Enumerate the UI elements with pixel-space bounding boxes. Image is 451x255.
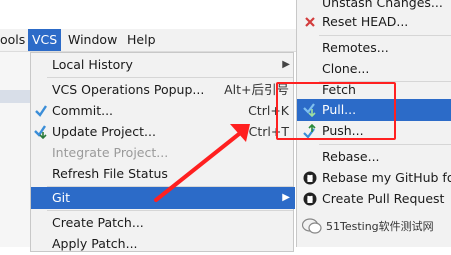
submenu-arrow-icon: ▶ bbox=[282, 192, 290, 203]
menu-separator bbox=[47, 210, 293, 211]
menu-separator bbox=[319, 35, 451, 36]
watermark: 51Testing软件测试网 bbox=[302, 216, 434, 236]
update-project-icon bbox=[34, 125, 48, 140]
git-item-rebase[interactable]: Rebase... bbox=[297, 146, 451, 168]
menu-item-label: Rebase... bbox=[322, 149, 380, 164]
watermark-text: 51Testing软件测试网 bbox=[326, 220, 434, 233]
git-item-remotes[interactable]: Remotes... bbox=[297, 37, 451, 59]
reset-head-icon bbox=[303, 15, 317, 29]
submenu-arrow-icon: ▶ bbox=[282, 59, 290, 70]
menu-item-label: Local History bbox=[52, 57, 133, 72]
menu-item-label: Create Pull Request bbox=[322, 191, 445, 206]
menu-item-create-patch[interactable]: Create Patch... bbox=[31, 212, 295, 234]
menu-item-apply-patch[interactable]: Apply Patch... bbox=[31, 233, 295, 255]
annotation-arrow bbox=[154, 124, 250, 202]
menu-item-label: Reset HEAD... bbox=[322, 14, 409, 29]
github-icon bbox=[303, 171, 317, 185]
menu-item-label: Clone... bbox=[322, 61, 370, 76]
menu-item-local-history[interactable]: Local History ▶ bbox=[31, 54, 295, 76]
menu-item-label: Apply Patch... bbox=[52, 236, 138, 251]
editor-gutter bbox=[0, 52, 31, 247]
menu-item-label: Create Patch... bbox=[52, 215, 144, 230]
menu-item-label: Rebase my GitHub for bbox=[322, 170, 451, 185]
github-icon bbox=[303, 192, 317, 206]
menu-separator bbox=[47, 77, 293, 78]
menu-item-label: Update Project... bbox=[52, 124, 156, 139]
commit-icon bbox=[34, 104, 48, 118]
menu-item-label: VCS Operations Popup... bbox=[52, 82, 205, 97]
menu-tools[interactable]: ools bbox=[0, 32, 25, 48]
menu-help[interactable]: Help bbox=[127, 32, 156, 48]
git-item-clone[interactable]: Clone... bbox=[297, 58, 451, 80]
menu-item-label: Remotes... bbox=[322, 40, 389, 55]
menu-item-label: Unstash Changes... bbox=[322, 0, 443, 10]
git-item-rebase-github-fork[interactable]: Rebase my GitHub for bbox=[297, 167, 451, 189]
annotation-highlight-box bbox=[276, 82, 396, 140]
menu-item-vcs-operations-popup[interactable]: VCS Operations Popup... Alt+后引号 bbox=[31, 79, 295, 101]
menu-item-label: Git bbox=[52, 190, 71, 205]
git-item-reset-head[interactable]: Reset HEAD... bbox=[297, 11, 451, 33]
menu-vcs[interactable]: VCS bbox=[28, 29, 62, 51]
menu-item-label: Commit... bbox=[52, 103, 114, 118]
git-item-create-pull-request[interactable]: Create Pull Request bbox=[297, 188, 451, 210]
menu-window[interactable]: Window bbox=[68, 32, 117, 48]
menu-separator bbox=[319, 144, 451, 145]
wechat-icon bbox=[302, 218, 322, 234]
